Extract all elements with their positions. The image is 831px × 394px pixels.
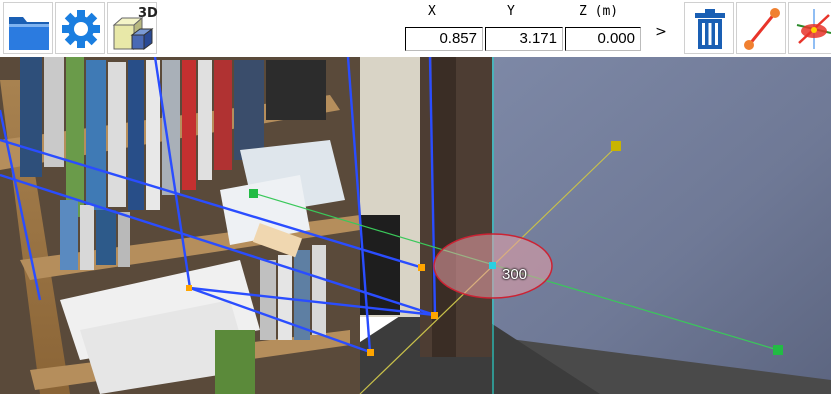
settings-button[interactable] — [55, 2, 105, 54]
center-marker[interactable] — [489, 262, 496, 269]
z-label: Z (m) — [579, 4, 619, 19]
delete-button[interactable] — [684, 2, 734, 54]
folder-icon — [9, 17, 49, 50]
folder-button[interactable] — [3, 2, 53, 54]
distance-label: 300 — [502, 266, 528, 283]
toolbar: 3D X Y Z (m) 0.857 3.171 0.000 > — [0, 0, 831, 57]
3d-view-button[interactable]: 3D — [107, 2, 158, 54]
next-button[interactable]: > — [645, 14, 677, 50]
line-tool-icon — [744, 8, 780, 50]
trash-icon — [695, 9, 725, 49]
z-coordinate-field[interactable]: 0.000 — [565, 27, 641, 51]
green-marker[interactable] — [773, 345, 783, 355]
x-label: X — [428, 4, 436, 19]
x-coordinate-field[interactable]: 0.857 — [405, 27, 483, 51]
y-label: Y — [507, 4, 515, 19]
orange-marker[interactable] — [367, 349, 374, 356]
green-marker[interactable] — [249, 189, 258, 198]
orange-marker[interactable] — [186, 285, 192, 291]
orange-marker[interactable] — [431, 312, 438, 319]
plane-tool-button[interactable] — [788, 2, 831, 54]
measure-line-button[interactable] — [736, 2, 786, 54]
plane-tool-icon — [796, 9, 831, 49]
svg-text:3D: 3D — [138, 6, 158, 21]
3d-box-icon: 3D — [112, 6, 158, 51]
yellow-marker[interactable] — [611, 141, 621, 151]
orange-marker[interactable] — [418, 264, 425, 271]
camera-scene — [0, 57, 831, 394]
gear-icon — [62, 10, 100, 48]
ar-camera-view[interactable]: 300 — [0, 57, 831, 394]
ar-measure-app: 3D X Y Z (m) 0.857 3.171 0.000 > 300 — [0, 0, 831, 394]
y-coordinate-field[interactable]: 3.171 — [485, 27, 563, 51]
